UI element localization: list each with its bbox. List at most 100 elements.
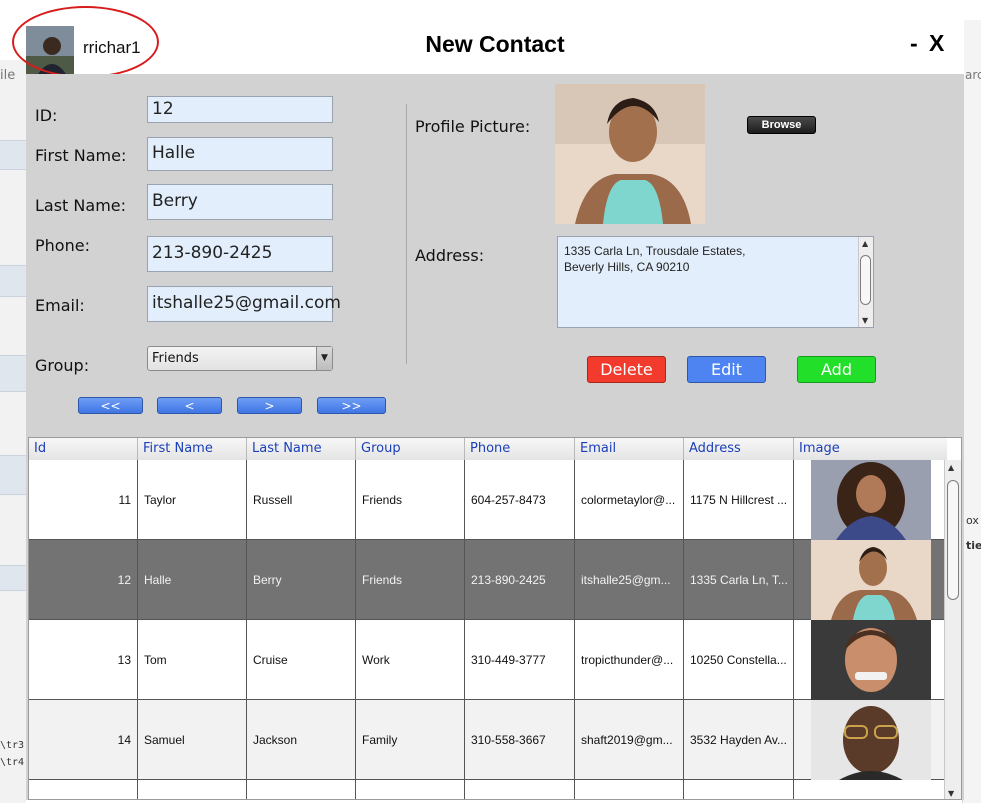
cell-phone: 604-257-8473 (465, 460, 575, 540)
table-row[interactable]: 13 Tom Cruise Work 310-449-3777 tropicth… (29, 620, 947, 700)
previous-record-button[interactable]: < (157, 397, 222, 414)
address-text: 1335 Carla Ln, Trousdale Estates, Beverl… (564, 243, 745, 275)
column-header-email[interactable]: Email (575, 438, 684, 460)
address-scrollbar[interactable]: ▲ ▼ (858, 237, 873, 327)
cell-first-name: Tom (138, 620, 247, 700)
table-row[interactable]: 14 Samuel Jackson Family 310-558-3667 sh… (29, 700, 947, 780)
background-panel-strip (0, 455, 26, 495)
table-scrollbar[interactable]: ▲ ▼ (944, 460, 961, 799)
dialog-title: New Contact (425, 31, 565, 57)
background-label: ox (966, 514, 979, 527)
browse-button[interactable]: Browse (747, 116, 816, 134)
column-header-id[interactable]: Id (29, 438, 138, 460)
cell-id: 13 (29, 620, 138, 700)
table-row-selected[interactable]: 12 Halle Berry Friends 213-890-2425 itsh… (29, 540, 947, 620)
table-header: Id First Name Last Name Group Phone Emai… (29, 438, 947, 461)
add-button[interactable]: Add (797, 356, 876, 383)
background-app-right (962, 20, 981, 803)
cell-email: tropicthunder@... (575, 620, 684, 700)
email-field[interactable]: itshalle25@gmail.com (147, 286, 341, 322)
address-label: Address: (415, 246, 485, 265)
user-highlight-annotation (12, 6, 159, 78)
cell-image (794, 540, 947, 620)
cell-partial (465, 780, 575, 799)
background-panel-strip (0, 355, 26, 392)
column-header-group[interactable]: Group (356, 438, 465, 460)
address-line-2: Beverly Hills, CA 90210 (564, 260, 690, 274)
cell-address: 1335 Carla Ln, T... (684, 540, 794, 620)
delete-button[interactable]: Delete (587, 356, 666, 383)
group-select[interactable]: Friends ▼ (147, 346, 333, 371)
cell-partial (247, 780, 356, 799)
cell-address: 3532 Hayden Av... (684, 700, 794, 780)
scroll-down-icon[interactable]: ▼ (948, 789, 954, 798)
contact-photo (811, 700, 931, 780)
profile-picture (555, 84, 705, 224)
cell-id: 11 (29, 460, 138, 540)
table-row[interactable]: 11 Taylor Russell Friends 604-257-8473 c… (29, 460, 947, 540)
address-textarea[interactable]: 1335 Carla Ln, Trousdale Estates, Beverl… (557, 236, 874, 328)
form-divider (406, 104, 407, 364)
cell-phone: 310-558-3667 (465, 700, 575, 780)
background-search-text: arc (965, 68, 981, 82)
cell-phone: 213-890-2425 (465, 540, 575, 620)
close-button[interactable]: X (929, 30, 944, 57)
column-header-address[interactable]: Address (684, 438, 794, 460)
scrollbar-thumb[interactable] (947, 480, 959, 600)
cell-id: 12 (29, 540, 138, 620)
cell-last-name: Berry (247, 540, 356, 620)
cell-image (794, 460, 947, 540)
cell-first-name: Halle (138, 540, 247, 620)
edit-button[interactable]: Edit (687, 356, 766, 383)
table-row[interactable] (29, 780, 947, 799)
column-header-phone[interactable]: Phone (465, 438, 575, 460)
background-toolbar-strip (0, 140, 26, 170)
phone-label: Phone: (35, 236, 90, 255)
cell-last-name: Cruise (247, 620, 356, 700)
phone-field[interactable]: 213-890-2425 (147, 236, 333, 272)
cell-address: 10250 Constella... (684, 620, 794, 700)
scroll-down-icon[interactable]: ▼ (862, 316, 868, 325)
group-select-value: Friends (152, 351, 199, 366)
contacts-table: Id First Name Last Name Group Phone Emai… (28, 437, 962, 800)
cell-address: 1175 N Hillcrest ... (684, 460, 794, 540)
background-panel-strip (0, 565, 26, 591)
dialog-title-bar: rrichar1 New Contact - X (26, 14, 964, 74)
scroll-up-icon[interactable]: ▲ (948, 463, 954, 472)
id-label: ID: (35, 106, 58, 125)
cell-first-name: Taylor (138, 460, 247, 540)
first-name-field[interactable]: Halle (147, 137, 333, 171)
email-label: Email: (35, 296, 85, 315)
cell-partial (356, 780, 465, 799)
scrollbar-thumb[interactable] (860, 255, 871, 305)
last-name-label: Last Name: (35, 196, 127, 215)
cell-phone: 310-449-3777 (465, 620, 575, 700)
cell-id: 14 (29, 700, 138, 780)
cell-partial (684, 780, 794, 799)
contact-photo (811, 620, 931, 700)
first-name-label: First Name: (35, 146, 127, 165)
last-name-field[interactable]: Berry (147, 184, 333, 220)
first-record-button[interactable]: << (78, 397, 143, 414)
minimize-button[interactable]: - (910, 30, 918, 57)
last-record-button[interactable]: >> (317, 397, 386, 414)
profile-picture-label: Profile Picture: (415, 117, 531, 136)
cell-image (794, 700, 947, 780)
contact-photo (811, 540, 931, 620)
chevron-down-icon[interactable]: ▼ (316, 347, 332, 370)
cell-email: colormetaylor@... (575, 460, 684, 540)
scroll-up-icon[interactable]: ▲ (862, 239, 868, 248)
background-code-line: \tr4 (0, 757, 25, 768)
cell-partial (29, 780, 138, 799)
cell-partial (575, 780, 684, 799)
id-field[interactable]: 12 (147, 96, 333, 123)
background-menu-text: ile (0, 68, 16, 83)
column-header-image[interactable]: Image (794, 438, 947, 460)
column-header-last-name[interactable]: Last Name (247, 438, 356, 460)
cell-email: shaft2019@gm... (575, 700, 684, 780)
next-record-button[interactable]: > (237, 397, 302, 414)
cell-email: itshalle25@gm... (575, 540, 684, 620)
column-header-first-name[interactable]: First Name (138, 438, 247, 460)
cell-last-name: Russell (247, 460, 356, 540)
cell-group: Work (356, 620, 465, 700)
